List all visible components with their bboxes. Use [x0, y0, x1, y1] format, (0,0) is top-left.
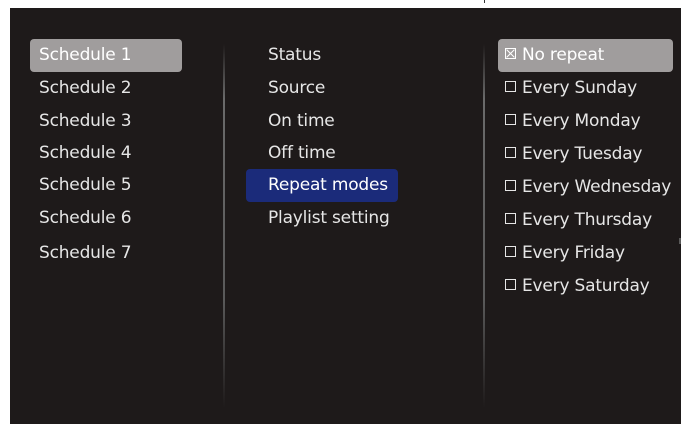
- repeat-option-every-saturday[interactable]: Every Saturday: [498, 270, 673, 303]
- schedule-item-5[interactable]: Schedule 5: [30, 169, 182, 202]
- settings-item-playlist-setting[interactable]: Playlist setting: [246, 202, 398, 235]
- repeat-option-label: Every Wednesday: [522, 177, 672, 197]
- schedule-item-7[interactable]: Schedule 7: [30, 235, 182, 271]
- repeat-option-no-repeat[interactable]: No repeat: [498, 39, 673, 72]
- checkbox-icon: [505, 279, 516, 290]
- checkbox-icon: [505, 147, 516, 158]
- settings-list: Status Source On time Off time Repeat mo…: [246, 39, 398, 235]
- checkbox-icon: [505, 213, 516, 224]
- repeat-mode-list: No repeat Every Sunday Every Monday Ever…: [498, 39, 673, 303]
- settings-item-off-time[interactable]: Off time: [246, 137, 398, 169]
- settings-item-repeat-modes[interactable]: Repeat modes: [246, 169, 398, 202]
- checkbox-icon: [505, 81, 516, 92]
- repeat-option-every-tuesday[interactable]: Every Tuesday: [498, 138, 673, 171]
- repeat-option-label: No repeat: [522, 45, 605, 65]
- schedule-item-2[interactable]: Schedule 2: [30, 72, 182, 105]
- checkbox-icon: [505, 114, 516, 125]
- repeat-option-every-sunday[interactable]: Every Sunday: [498, 72, 673, 105]
- column-divider-left: [223, 44, 225, 408]
- settings-item-on-time[interactable]: On time: [246, 105, 398, 137]
- repeat-option-every-monday[interactable]: Every Monday: [498, 105, 673, 138]
- schedule-item-1[interactable]: Schedule 1: [30, 39, 182, 72]
- schedule-list: Schedule 1 Schedule 2 Schedule 3 Schedul…: [30, 39, 182, 271]
- schedule-item-6[interactable]: Schedule 6: [30, 202, 182, 235]
- checkbox-icon: [505, 246, 516, 257]
- checkbox-checked-icon: [505, 48, 516, 59]
- column-divider-right: [483, 44, 485, 408]
- repeat-option-label: Every Sunday: [522, 78, 637, 98]
- repeat-option-every-wednesday[interactable]: Every Wednesday: [498, 171, 673, 204]
- top-edge-mark: [484, 0, 485, 3]
- repeat-option-label: Every Thursday: [522, 210, 652, 230]
- schedule-item-4[interactable]: Schedule 4: [30, 137, 182, 169]
- settings-item-source[interactable]: Source: [246, 72, 398, 105]
- repeat-option-label: Every Monday: [522, 111, 641, 131]
- repeat-option-every-friday[interactable]: Every Friday: [498, 237, 673, 270]
- repeat-option-every-thursday[interactable]: Every Thursday: [498, 204, 673, 237]
- repeat-option-label: Every Tuesday: [522, 144, 643, 164]
- repeat-option-label: Every Saturday: [522, 276, 650, 296]
- settings-item-status[interactable]: Status: [246, 39, 398, 72]
- checkbox-icon: [505, 180, 516, 191]
- repeat-option-label: Every Friday: [522, 243, 625, 263]
- schedule-item-3[interactable]: Schedule 3: [30, 105, 182, 137]
- osd-screen: Schedule 1 Schedule 2 Schedule 3 Schedul…: [10, 8, 681, 424]
